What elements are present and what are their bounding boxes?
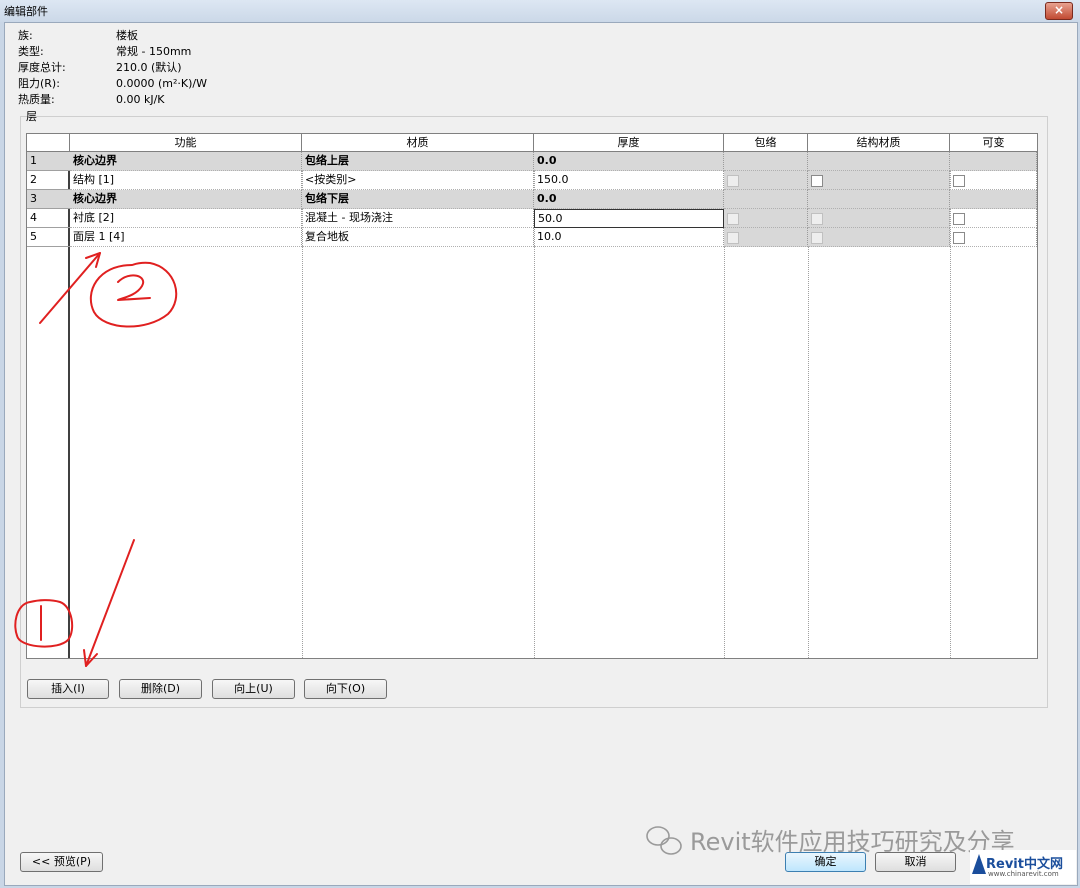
red-scribble-2 [117, 274, 151, 301]
site-logo: Revit中文网 www.chinarevit.com [970, 850, 1076, 884]
red-arrow-annotation [39, 252, 101, 324]
logo-url: www.chinarevit.com [988, 870, 1059, 878]
watermark-text: Revit软件应用技巧研究及分享 [690, 828, 1015, 856]
red-arrow-annotation [85, 539, 135, 667]
logo-icon [972, 854, 986, 874]
red-box-annotation [14, 599, 74, 648]
annotation-overlay [14, 252, 682, 855]
wechat-icon [646, 826, 682, 855]
